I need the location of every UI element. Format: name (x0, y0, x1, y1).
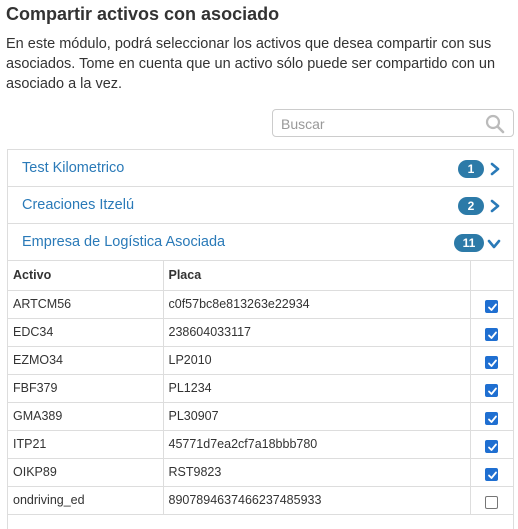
chevron-right-icon[interactable] (489, 162, 501, 176)
page-title: Compartir activos con asociado (6, 4, 280, 24)
table-row[interactable]: OIKP89 RST9823 (8, 458, 513, 487)
cell-activo: EDC34 (8, 318, 164, 347)
cell-placa: c0f57bc8e813263e22934 (163, 290, 471, 319)
table-row[interactable]: GMA389 PL30907 (8, 402, 513, 431)
cell-activo: GMA389 (8, 402, 164, 431)
table-row[interactable]: EZMO34 LP2010 (8, 346, 513, 375)
share-checkbox[interactable] (485, 300, 499, 314)
count-badge: 2 (458, 197, 484, 215)
check-icon (488, 443, 498, 451)
panel-title[interactable]: Creaciones Itzelú (22, 197, 134, 213)
share-checkbox[interactable] (485, 356, 499, 370)
check-icon (488, 387, 498, 395)
cell-activo: OIKP89 (8, 458, 164, 487)
column-header-select (470, 261, 513, 291)
count-badge: 1 (458, 160, 484, 178)
column-header-placa: Placa (163, 261, 471, 291)
cell-placa: 238604033117 (163, 318, 471, 347)
panel-title[interactable]: Empresa de Logística Asociada (22, 234, 225, 250)
share-checkbox[interactable] (485, 328, 499, 342)
search-icon[interactable] (485, 114, 505, 134)
table-row[interactable]: EDC34 238604033117 (8, 318, 513, 347)
cell-activo: ITP21 (8, 430, 164, 459)
check-icon (488, 303, 498, 311)
check-icon (488, 415, 498, 423)
count-badge: 11 (454, 234, 484, 252)
cell-placa: RST9823 (163, 458, 471, 487)
share-checkbox[interactable] (485, 412, 499, 426)
panel-empresa-logistica[interactable]: Empresa de Logística Asociada 11 (8, 224, 513, 261)
cell-select (470, 346, 513, 375)
share-checkbox[interactable] (485, 468, 499, 482)
table-header-row: Activo Placa (8, 261, 513, 291)
panel-test-kilometrico[interactable]: Test Kilometrico 1 (8, 150, 513, 187)
cell-placa: 45771d7ea2cf7a18bbb780 (163, 430, 471, 459)
cell-activo: EZMO34 (8, 346, 164, 375)
page: Compartir activos con asociado En este m… (0, 0, 518, 529)
column-header-activo: Activo (8, 261, 164, 291)
table-row[interactable]: ARTCM56 c0f57bc8e813263e22934 (8, 290, 513, 319)
share-checkbox[interactable] (485, 496, 499, 510)
table-row[interactable]: ondriving_ed 8907894637466237485933 (8, 486, 513, 515)
cell-placa: 8907894637466237485933 (163, 486, 471, 515)
table-row[interactable]: ITP21 45771d7ea2cf7a18bbb780 (8, 430, 513, 459)
share-checkbox[interactable] (485, 440, 499, 454)
assets-table: Activo Placa ARTCM56 c0f57bc8e813263e2293… (8, 261, 513, 515)
cell-select (470, 318, 513, 347)
cell-select (470, 402, 513, 431)
associates-accordion: Test Kilometrico 1 Creaciones Itzelú 2 E… (7, 149, 514, 529)
check-icon (488, 331, 498, 339)
cell-select (470, 458, 513, 487)
cell-placa: PL1234 (163, 374, 471, 403)
cell-activo: FBF379 (8, 374, 164, 403)
panel-title[interactable]: Test Kilometrico (22, 160, 124, 176)
search-input[interactable] (279, 114, 483, 134)
chevron-down-icon[interactable] (487, 237, 501, 249)
cell-select (470, 486, 513, 515)
panel-creaciones-itzelu[interactable]: Creaciones Itzelú 2 (8, 187, 513, 224)
chevron-right-icon[interactable] (489, 199, 501, 213)
cell-placa: PL30907 (163, 402, 471, 431)
page-description: En este módulo, podrá seleccionar los ac… (6, 36, 496, 92)
check-icon (488, 359, 498, 367)
cell-select (470, 374, 513, 403)
cell-activo: ondriving_ed (8, 486, 164, 515)
check-icon (488, 471, 498, 479)
cell-select (470, 290, 513, 319)
search-box[interactable] (272, 109, 514, 137)
share-checkbox[interactable] (485, 384, 499, 398)
cell-activo: ARTCM56 (8, 290, 164, 319)
cell-placa: LP2010 (163, 346, 471, 375)
table-row[interactable]: FBF379 PL1234 (8, 374, 513, 403)
cell-select (470, 430, 513, 459)
